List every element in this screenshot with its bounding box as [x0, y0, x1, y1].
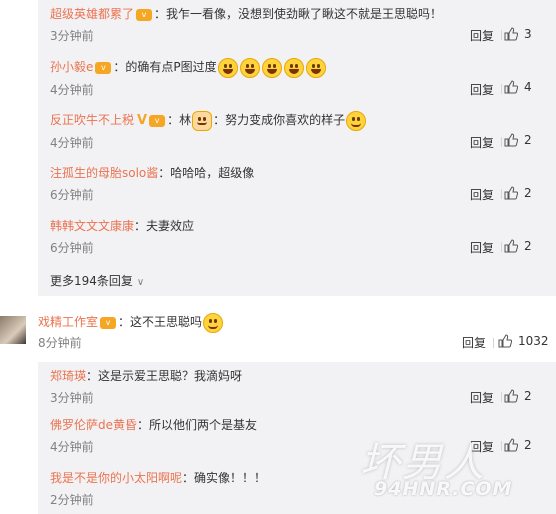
- reply-time: 4分钟前: [50, 135, 94, 150]
- reply-username[interactable]: 孙小毅e: [50, 60, 93, 74]
- reply-item: 超级英雄都累了 v ：我乍一看像，没想到使劲瞅了瞅这不就是王思聪吗！ 3分钟前 回复…: [50, 4, 546, 46]
- site-watermark: 坏男人 94HNR.COM: [352, 430, 552, 510]
- watermark-en: 94HNR.COM: [374, 478, 513, 500]
- divider: [501, 136, 502, 147]
- reply-text: ：哈哈哈，超级像: [158, 166, 255, 180]
- reply-button[interactable]: 回复: [470, 134, 494, 151]
- thumbs-up-icon: [498, 333, 512, 347]
- vip-badge-icon: v: [136, 8, 153, 21]
- divider: [501, 189, 502, 199]
- reply-button[interactable]: 回复: [462, 334, 486, 351]
- divider: [493, 338, 494, 348]
- like-button[interactable]: 1032: [498, 333, 556, 348]
- comment-username[interactable]: 戏精工作室: [38, 315, 98, 329]
- thumbs-up-icon: [504, 238, 518, 252]
- laugh-emoji-icon: [217, 57, 238, 78]
- reply-text-prefix: ：林: [167, 113, 192, 127]
- thumbs-up-icon: [504, 26, 518, 40]
- like-count: 2: [524, 238, 532, 253]
- reply-text: ：确实像！！！: [182, 471, 267, 485]
- thumbs-up-icon: [504, 133, 518, 147]
- thumbs-up-icon: [504, 80, 518, 94]
- laugh-emoji-icon: [305, 57, 326, 78]
- reply-text: 努力变成你喜欢的样子: [225, 113, 346, 127]
- reply-text: ：的确有点P图过度: [113, 60, 217, 74]
- reply-username[interactable]: 反正吹牛不上税: [50, 113, 134, 127]
- reply-text: ：我乍一看像，没想到使劲瞅了瞅这不就是王思聪吗！: [154, 7, 443, 21]
- reply-time: 6分钟前: [50, 188, 94, 202]
- like-count: 1032: [518, 333, 549, 348]
- reply-time: 2分钟前: [50, 493, 94, 507]
- thumbs-up-icon: [504, 388, 518, 402]
- reply-text: ：夫妻效应: [134, 219, 195, 233]
- reply-username[interactable]: 我是不是你的小太阳啊呢: [50, 471, 182, 485]
- divider: [501, 242, 502, 252]
- reply-item: 郑琦瑛：这是示爱王思聪？我滴妈呀 3分钟前 回复 2: [50, 366, 546, 408]
- reply-username[interactable]: 佛罗伦萨de黄昏: [50, 418, 137, 432]
- reply-button[interactable]: 回复: [470, 27, 494, 44]
- comment-time: 8分钟前: [38, 336, 82, 350]
- reply-thread-top: 超级英雄都累了 v ：我乍一看像，没想到使劲瞅了瞅这不就是王思聪吗！ 3分钟前 回复…: [38, 0, 556, 296]
- reply-username[interactable]: 注孤生的母胎solo酱: [50, 166, 158, 180]
- vip-badge-icon: v: [149, 114, 166, 127]
- reply-username[interactable]: 韩韩文文文康康: [50, 219, 134, 233]
- like-button[interactable]: 2: [504, 388, 546, 403]
- reply-text: ：这是示爱王思聪？我滴妈呀: [86, 369, 243, 383]
- like-count: 2: [524, 133, 532, 147]
- reply-item: 孙小毅e v ：的确有点P图过度 4分钟前 回复 4: [50, 57, 546, 100]
- smile-emoji-icon: [346, 110, 367, 131]
- divider: [501, 392, 502, 402]
- more-replies-label: 更多194条回复: [50, 274, 133, 288]
- like-button[interactable]: 2: [504, 185, 546, 200]
- like-button[interactable]: 2: [504, 238, 546, 253]
- thumbs-up-icon: [504, 185, 518, 199]
- like-count: 3: [524, 26, 532, 41]
- like-button[interactable]: 2: [504, 133, 546, 147]
- reply-time: 6分钟前: [50, 241, 94, 255]
- reply-button[interactable]: 回复: [470, 186, 494, 203]
- laugh-emoji-icon: [283, 57, 304, 78]
- reply-time: 3分钟前: [50, 29, 94, 43]
- more-replies-link[interactable]: 更多194条回复 ∨: [50, 272, 144, 289]
- like-count: 2: [524, 185, 532, 200]
- reply-time: 4分钟前: [50, 82, 94, 97]
- verified-v-icon: V: [137, 112, 148, 128]
- divider: [501, 30, 502, 40]
- vip-badge-icon: v: [100, 316, 117, 329]
- like-button[interactable]: 3: [504, 26, 546, 41]
- reply-item: 注孤生的母胎solo酱：哈哈哈，超级像 6分钟前 回复 2: [50, 163, 546, 205]
- reply-item: 韩韩文文文康康：夫妻效应 6分钟前 回复 2: [50, 216, 546, 258]
- laugh-emoji-icon: [239, 57, 260, 78]
- divider: [501, 83, 502, 94]
- like-count: 2: [524, 388, 532, 403]
- reply-button[interactable]: 回复: [470, 81, 494, 98]
- comment-text: ：这不王思聪吗: [118, 315, 203, 329]
- like-count: 4: [524, 80, 532, 94]
- cat-emoji-icon: [192, 110, 213, 131]
- smile-emoji-icon: [203, 312, 224, 333]
- reply-time: 4分钟前: [50, 440, 94, 454]
- like-button[interactable]: 4: [504, 80, 546, 94]
- vip-badge-icon: v: [95, 61, 112, 74]
- avatar[interactable]: [0, 316, 26, 344]
- reply-text: ：所以他们两个是基友: [137, 418, 258, 432]
- reply-username[interactable]: 郑琦瑛: [50, 369, 86, 383]
- reply-username[interactable]: 超级英雄都累了: [50, 7, 134, 21]
- reply-button[interactable]: 回复: [470, 239, 494, 256]
- reply-button[interactable]: 回复: [470, 389, 494, 406]
- reply-item: 反正吹牛不上税 Vv ：林 ：努力变成你喜欢的样子 4分钟前 回复 2: [50, 110, 546, 153]
- main-comment: 戏精工作室 v ：这不王思聪吗 8分钟前 回复 1032: [0, 302, 556, 362]
- reply-time: 3分钟前: [50, 391, 94, 405]
- laugh-emoji-icon: [261, 57, 282, 78]
- chevron-down-icon: ∨: [136, 277, 145, 288]
